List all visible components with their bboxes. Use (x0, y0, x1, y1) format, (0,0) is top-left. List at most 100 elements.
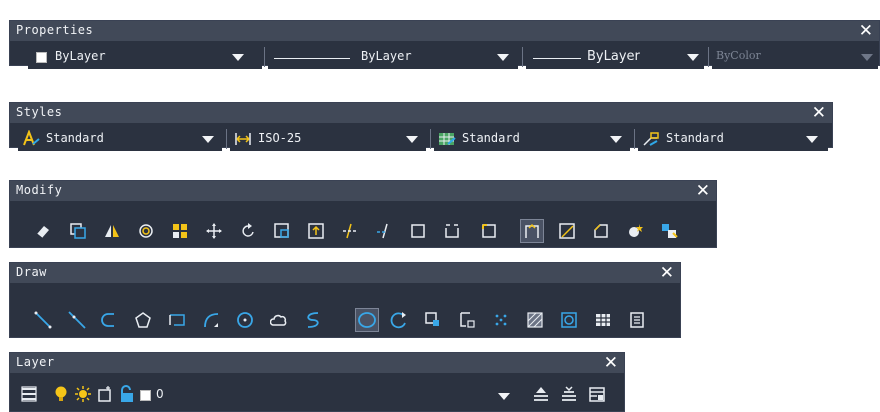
lineweight-dropdown[interactable]: ByLayer (526, 45, 704, 69)
chevron-down-icon (610, 136, 622, 143)
chevron-down-icon (406, 136, 418, 143)
point-icon[interactable] (492, 311, 510, 329)
ellipse-arc-icon[interactable] (390, 311, 408, 329)
modify-row (10, 201, 716, 247)
mleader-style-icon (642, 130, 660, 148)
chevron-down-icon (806, 136, 818, 143)
styles-close-button[interactable]: ✕ (812, 103, 826, 123)
plotstyle-value: ByColor (716, 49, 761, 62)
polygon-icon[interactable] (134, 311, 152, 329)
styles-titlebar[interactable]: Styles ✕ (10, 103, 832, 123)
unlock-icon[interactable] (118, 385, 136, 403)
scale-icon[interactable] (273, 222, 291, 240)
layer-previous-icon[interactable] (560, 385, 578, 403)
break-at-point-icon[interactable] (409, 222, 427, 240)
modify-titlebar[interactable]: Modify ✕ (10, 181, 716, 201)
properties-title: Properties (16, 23, 94, 37)
polyline-icon[interactable] (100, 311, 118, 329)
modify-toolbar: Modify ✕ (9, 180, 717, 248)
layer-titlebar[interactable]: Layer ✕ (10, 353, 624, 373)
text-style-dropdown[interactable]: Standard (18, 127, 222, 151)
modify-title: Modify (16, 183, 63, 197)
explode-icon[interactable] (592, 222, 610, 240)
draw-titlebar[interactable]: Draw ✕ (10, 263, 680, 283)
rotate-icon[interactable] (239, 222, 257, 240)
separator (634, 129, 635, 149)
construction-line-icon[interactable] (68, 311, 86, 329)
text-style-value: Standard (46, 131, 104, 145)
ellipse-icon[interactable] (358, 311, 376, 329)
color-dropdown[interactable]: ByLayer (28, 45, 262, 69)
draw-toolbar: Draw ✕ (9, 262, 681, 338)
make-object-layer-current-icon[interactable] (532, 385, 550, 403)
array-icon[interactable] (171, 222, 189, 240)
spline-icon[interactable] (304, 311, 322, 329)
blend-icon[interactable] (626, 222, 644, 240)
insert-block-icon[interactable] (424, 311, 442, 329)
copy-icon[interactable] (69, 222, 87, 240)
mleader-style-dropdown[interactable]: Standard (638, 127, 828, 151)
chevron-down-icon (861, 54, 873, 61)
text-style-icon (22, 130, 40, 148)
separator (522, 47, 523, 67)
separator (264, 47, 265, 67)
plotstyle-dropdown[interactable]: ByColor (712, 45, 878, 69)
table-style-value: Standard (462, 131, 520, 145)
stretch-icon[interactable] (307, 222, 325, 240)
separator (226, 129, 227, 149)
chamfer-icon[interactable] (480, 222, 498, 240)
separator (708, 47, 709, 67)
dim-style-value: ISO-25 (258, 131, 302, 145)
dim-style-icon (234, 130, 252, 148)
multiline-text-icon[interactable] (628, 311, 646, 329)
chevron-down-icon (687, 54, 699, 61)
draw-row (10, 283, 680, 337)
styles-toolbar: Styles ✕ Standard ISO-25 Standard Standa… (9, 102, 833, 151)
lineweight-value: ByLayer (587, 49, 640, 64)
table-icon[interactable] (594, 311, 612, 329)
chevron-down-icon (498, 393, 510, 400)
arc-icon[interactable] (202, 311, 220, 329)
color-swatch (36, 52, 47, 63)
layer-name: 0 (156, 387, 164, 401)
draw-title: Draw (16, 265, 47, 279)
lineweight-preview (533, 58, 581, 59)
viewport-freeze-icon[interactable] (96, 385, 114, 403)
break-icon[interactable] (443, 222, 461, 240)
properties-close-button[interactable]: ✕ (859, 21, 873, 41)
properties-titlebar[interactable]: Properties ✕ (10, 21, 879, 41)
move-icon[interactable] (205, 222, 223, 240)
color-value: ByLayer (55, 49, 106, 63)
mleader-style-value: Standard (666, 131, 724, 145)
make-block-icon[interactable] (458, 311, 476, 329)
draw-close-button[interactable]: ✕ (660, 263, 674, 283)
layer-dropdown[interactable]: 0 (48, 381, 524, 407)
table-style-dropdown[interactable]: Standard (434, 127, 630, 151)
join-icon[interactable] (523, 222, 541, 240)
separator (430, 129, 431, 149)
align-icon[interactable] (660, 222, 678, 240)
hatch-icon[interactable] (526, 311, 544, 329)
dim-style-dropdown[interactable]: ISO-25 (230, 127, 426, 151)
linetype-value: ByLayer (361, 49, 412, 63)
offset-icon[interactable] (137, 222, 155, 240)
circle-icon[interactable] (236, 311, 254, 329)
extend-icon[interactable] (375, 222, 393, 240)
trim-icon[interactable] (341, 222, 359, 240)
revision-cloud-icon[interactable] (270, 311, 288, 329)
fillet-icon[interactable] (558, 222, 576, 240)
region-icon[interactable] (560, 311, 578, 329)
layer-color-swatch[interactable] (140, 390, 151, 401)
light-bulb-icon[interactable] (52, 385, 70, 403)
modify-close-button[interactable]: ✕ (696, 181, 710, 201)
sun-icon[interactable] (74, 385, 92, 403)
layer-states-icon[interactable] (588, 385, 606, 403)
erase-icon[interactable] (34, 222, 52, 240)
layer-properties-icon[interactable] (20, 385, 38, 403)
mirror-icon[interactable] (103, 222, 121, 240)
rectangle-icon[interactable] (168, 311, 186, 329)
chevron-down-icon (202, 136, 214, 143)
layer-close-button[interactable]: ✕ (604, 353, 618, 373)
line-icon[interactable] (34, 311, 52, 329)
linetype-dropdown[interactable]: ByLayer (268, 45, 518, 69)
